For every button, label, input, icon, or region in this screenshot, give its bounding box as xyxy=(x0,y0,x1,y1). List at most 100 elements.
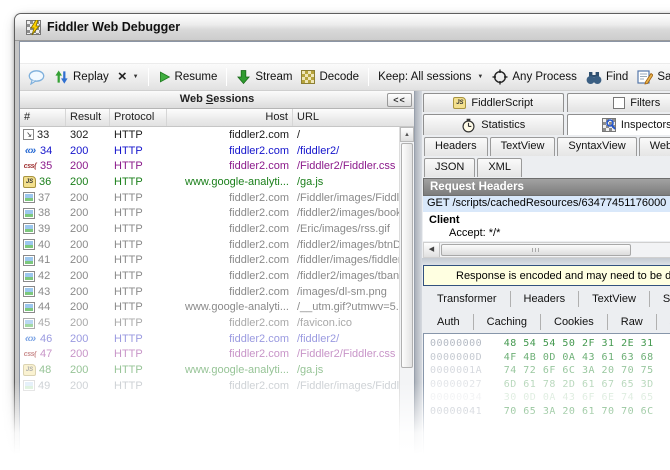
session-row[interactable]: 49 200 HTTP fiddler2.com /Fiddler/images… xyxy=(20,378,399,394)
response-inspector-tab[interactable]: Headers xyxy=(511,291,580,307)
session-row[interactable]: 38 200 HTTP fiddler2.com /fiddler2/image… xyxy=(20,205,399,221)
session-protocol: HTTP xyxy=(110,364,167,376)
session-host: fiddler2.com xyxy=(167,317,293,329)
session-row[interactable]: 33 302 HTTP fiddler2.com / xyxy=(20,127,399,143)
menu-item[interactable] xyxy=(80,50,98,56)
session-row[interactable]: 43 200 HTTP fiddler2.com /images/dl-sm.p… xyxy=(20,284,399,300)
session-result: 200 xyxy=(66,239,110,251)
response-inspector-tab[interactable]: Synta xyxy=(650,291,670,307)
response-inspector-tab[interactable]: Transformer xyxy=(424,291,511,307)
request-inspector-tab[interactable]: JSON xyxy=(424,158,475,177)
tab-statistics[interactable]: Statistics xyxy=(423,114,564,135)
remove-button[interactable]: × ▼ xyxy=(115,69,142,85)
session-list-wrap: 33 302 HTTP fiddler2.com / 34 xyxy=(20,127,414,464)
column-header-protocol[interactable]: Protocol xyxy=(110,109,167,126)
any-process-button[interactable]: Any Process xyxy=(489,67,580,87)
tool-tabs-front-row: Statistics Inspectors xyxy=(422,112,670,135)
remove-icon: × xyxy=(118,71,127,83)
menu-item[interactable] xyxy=(44,50,62,56)
hscrollbar-thumb[interactable] xyxy=(441,244,631,256)
request-inspector-tab[interactable]: SyntaxView xyxy=(557,137,636,156)
menu-item[interactable] xyxy=(98,50,116,56)
request-inspector-tab[interactable]: Headers xyxy=(424,137,488,156)
decode-button[interactable]: Decode xyxy=(298,68,362,86)
session-row[interactable]: 40 200 HTTP fiddler2.com /fiddler2/image… xyxy=(20,237,399,253)
response-inspector-tab[interactable]: Caching xyxy=(474,314,541,330)
keep-sessions-dropdown[interactable]: Keep: All sessions ▼ xyxy=(375,69,486,85)
session-url: /fiddler2/ xyxy=(293,333,399,345)
menu-item[interactable] xyxy=(134,50,152,56)
session-host: www.google-analyti... xyxy=(167,301,293,313)
stream-button[interactable]: Stream xyxy=(233,67,295,87)
sessions-scrollbar[interactable]: ▲ xyxy=(399,127,414,464)
session-row[interactable]: 48 200 HTTP www.google-analyti... /ga.js xyxy=(20,362,399,378)
session-result: 200 xyxy=(66,254,110,266)
response-inspector-tab[interactable]: Cookies xyxy=(541,314,608,330)
hex-bytes: 6D 61 78 2D 61 67 65 3D xyxy=(504,379,654,390)
headers-hscrollbar[interactable]: ◀ xyxy=(423,242,670,258)
response-inspector-tab[interactable]: Auth xyxy=(424,314,474,330)
screenshot: Fiddler Web Debugger Replay × ▼ xyxy=(0,0,670,470)
session-row[interactable]: 46 200 HTTP fiddler2.com /fiddler2/ xyxy=(20,331,399,347)
panel-splitter[interactable] xyxy=(415,91,422,464)
request-response-splitter[interactable] xyxy=(422,258,670,265)
web-sessions-header: Web Sessions << xyxy=(20,91,414,109)
toolbar: Replay × ▼ Resume Stream De xyxy=(20,64,670,91)
session-id: 41 xyxy=(38,254,50,266)
accept-header[interactable]: Accept: */* xyxy=(423,226,670,241)
session-id: 35 xyxy=(40,160,52,172)
column-header-num[interactable]: # xyxy=(20,109,66,126)
session-row[interactable]: 45 200 HTTP fiddler2.com /favicon.ico xyxy=(20,315,399,331)
session-protocol: HTTP xyxy=(110,145,167,157)
request-inspector-tab[interactable]: WebFo xyxy=(639,137,670,156)
hex-view[interactable]: 00000000 48 54 54 50 2F 31 2E 31 0000000… xyxy=(423,333,670,464)
session-row[interactable]: 47 200 HTTP fiddler2.com /Fiddler2/Fiddl… xyxy=(20,347,399,363)
css-icon xyxy=(23,160,37,172)
column-header-host[interactable]: Host xyxy=(167,109,293,126)
response-inspector-tab[interactable]: Raw xyxy=(608,314,657,330)
response-inspector-tabs-2: AuthCachingCookiesRawJSO xyxy=(422,309,670,332)
session-row[interactable]: 35 200 HTTP fiddler2.com /Fiddler2/Fiddl… xyxy=(20,158,399,174)
session-protocol: HTTP xyxy=(110,301,167,313)
save-button[interactable]: Save xyxy=(634,67,670,87)
column-header-result[interactable]: Result xyxy=(66,109,110,126)
session-row[interactable]: 41 200 HTTP fiddler2.com /fiddler/images… xyxy=(20,253,399,269)
session-result: 200 xyxy=(66,207,110,219)
resume-button[interactable]: Resume xyxy=(155,68,221,86)
request-inspector-tab[interactable]: XML xyxy=(477,158,522,177)
scrollbar-thumb[interactable] xyxy=(401,143,413,368)
encoding-notice[interactable]: Response is encoded and may need to be d… xyxy=(423,265,670,286)
session-protocol: HTTP xyxy=(110,348,167,360)
session-host: fiddler2.com xyxy=(167,239,293,251)
collapse-panel-button[interactable]: << xyxy=(387,93,412,107)
session-row[interactable]: 34 200 HTTP fiddler2.com /fiddler2/ xyxy=(20,143,399,159)
response-inspector-tab[interactable]: TextView xyxy=(579,291,650,307)
tab-filters[interactable]: Filters xyxy=(567,93,670,112)
menu-item[interactable] xyxy=(62,50,80,56)
column-header-url[interactable]: URL xyxy=(293,109,414,126)
menu-item[interactable] xyxy=(26,50,44,56)
session-row[interactable]: 39 200 HTTP fiddler2.com /Eric/images/rs… xyxy=(20,221,399,237)
replay-button[interactable]: Replay xyxy=(51,67,112,87)
session-row[interactable]: 42 200 HTTP fiddler2.com /fiddler2/image… xyxy=(20,268,399,284)
tab-fiddlerscript[interactable]: FiddlerScript xyxy=(423,93,564,112)
request-inspector-tab[interactable]: TextView xyxy=(490,137,556,156)
session-row[interactable]: 37 200 HTTP fiddler2.com /Fiddler/images… xyxy=(20,190,399,206)
session-id: 44 xyxy=(38,301,50,313)
client-section-label[interactable]: Client xyxy=(423,212,670,226)
session-row[interactable]: 44 200 HTTP www.google-analyti... /__utm… xyxy=(20,300,399,316)
menu-item[interactable] xyxy=(116,50,134,56)
session-id: 47 xyxy=(40,348,52,360)
response-inspector-tab[interactable]: JSO xyxy=(657,314,670,330)
scroll-up-icon[interactable]: ▲ xyxy=(400,127,414,142)
title-bar[interactable]: Fiddler Web Debugger xyxy=(15,14,670,41)
tab-inspectors[interactable]: Inspectors xyxy=(567,114,670,135)
request-line[interactable]: GET /scripts/cachedResources/63477451176… xyxy=(423,196,670,212)
comment-button[interactable] xyxy=(25,68,48,87)
session-url: /fiddler/images/fiddler xyxy=(293,254,399,266)
session-host: fiddler2.com xyxy=(167,254,293,266)
scroll-left-icon[interactable]: ◀ xyxy=(424,243,440,257)
session-protocol: HTTP xyxy=(110,223,167,235)
find-button[interactable]: Find xyxy=(583,68,631,87)
session-row[interactable]: 36 200 HTTP www.google-analyti... /ga.js xyxy=(20,174,399,190)
